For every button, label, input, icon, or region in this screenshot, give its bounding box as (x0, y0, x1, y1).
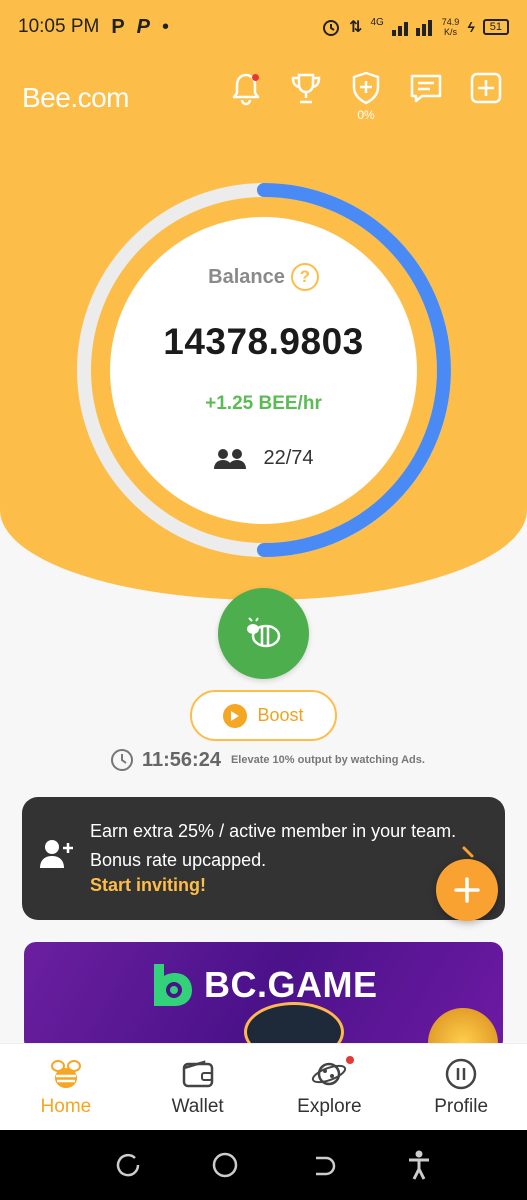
members-count: 22/74 (263, 447, 314, 469)
balance-label-row: Balance ? (208, 263, 319, 291)
status-time: 10:05 PM (18, 16, 100, 37)
banner-brand: BC.GAME (204, 964, 378, 1005)
nav-wallet-label: Wallet (171, 1096, 224, 1117)
network-speed: 74.9 K/s (441, 17, 460, 37)
trophy-icon (291, 73, 321, 104)
nav-explore-label: Explore (297, 1096, 362, 1117)
accessibility-icon[interactable] (406, 1150, 432, 1180)
notification-dot (252, 74, 259, 81)
team-members[interactable]: 22/74 (213, 447, 314, 470)
add-user-icon (40, 840, 73, 868)
plus-icon (454, 877, 480, 903)
nav-explore[interactable]: Explore (274, 1056, 384, 1118)
battery-icon: 51 (482, 19, 509, 35)
nav-home-label: Home (40, 1096, 92, 1117)
charging-icon: ϟ (467, 19, 475, 35)
bc-game-logo-icon (154, 964, 192, 1006)
security-button[interactable]: 0% (347, 70, 385, 122)
nav-wallet[interactable]: Wallet (143, 1056, 253, 1118)
status-app-icon: P (136, 15, 151, 38)
chat-icon (410, 74, 442, 103)
home-icon[interactable] (211, 1151, 239, 1179)
back-icon[interactable] (310, 1152, 336, 1178)
nav-profile[interactable]: Profile (406, 1056, 516, 1118)
balance-label: Balance (208, 265, 285, 288)
pause-circle-icon (445, 1058, 477, 1090)
explore-notification-dot (346, 1056, 355, 1064)
system-navigation-bar (0, 1130, 527, 1200)
promo-banner[interactable]: BC.GAME (24, 942, 503, 1052)
app-header: Bee.com 0% (0, 70, 527, 130)
notifications-button[interactable] (227, 70, 265, 106)
plus-square-icon (470, 72, 502, 104)
bee-icon (246, 616, 280, 647)
add-button[interactable] (467, 70, 505, 106)
users-icon (214, 448, 247, 469)
security-percent: 0% (357, 108, 375, 122)
boost-note: Elevate 10% output by watching Ads. (230, 754, 425, 766)
bee-icon (50, 1060, 81, 1088)
nav-home[interactable]: Home (11, 1056, 121, 1118)
boost-label: Boost (257, 705, 304, 725)
help-icon[interactable]: ? (290, 263, 319, 291)
play-icon (223, 703, 248, 728)
alarm-icon (323, 20, 340, 36)
boost-timer: 11:56:24 (142, 748, 221, 771)
shield-plus-icon (352, 71, 380, 105)
planet-icon (312, 1062, 347, 1086)
floating-add-button[interactable] (436, 859, 498, 921)
invite-text: Earn extra 25% / active member in your t… (90, 821, 457, 870)
network-label: 4G (370, 16, 384, 28)
clock-icon (111, 749, 133, 771)
boost-timer-row: 11:56:24 Elevate 10% output by watching … (110, 748, 425, 772)
balance-card: Balance ? 14378.9803 +1.25 BEE/hr 22/74 (110, 217, 417, 524)
status-app-icon: P (111, 15, 125, 38)
leaderboard-button[interactable] (287, 70, 325, 106)
wallet-icon (182, 1060, 213, 1088)
balance-value: 14378.9803 (163, 321, 364, 362)
mining-rate: +1.25 BEE/hr (205, 393, 322, 414)
start-inviting-link[interactable]: Start inviting! (90, 875, 206, 896)
banner-logo: BC.GAME (148, 962, 378, 1008)
status-bar: 10:05 PM P P • ⇅ 4G 74.9 K/s ϟ 51 (0, 0, 527, 54)
app-logo: Bee.com (22, 82, 130, 113)
nav-profile-label: Profile (434, 1096, 489, 1117)
status-dot-icon: • (162, 15, 170, 38)
bottom-navigation: Home Wallet Explore Profile (0, 1043, 527, 1130)
recent-apps-icon[interactable] (115, 1152, 141, 1178)
invite-card[interactable]: Earn extra 25% / active member in your t… (22, 797, 505, 920)
signal-icon (391, 20, 432, 36)
mine-button[interactable] (218, 588, 309, 679)
data-transfer-icon: ⇅ (349, 19, 363, 36)
messages-button[interactable] (407, 70, 445, 106)
boost-button[interactable]: Boost (190, 690, 337, 741)
